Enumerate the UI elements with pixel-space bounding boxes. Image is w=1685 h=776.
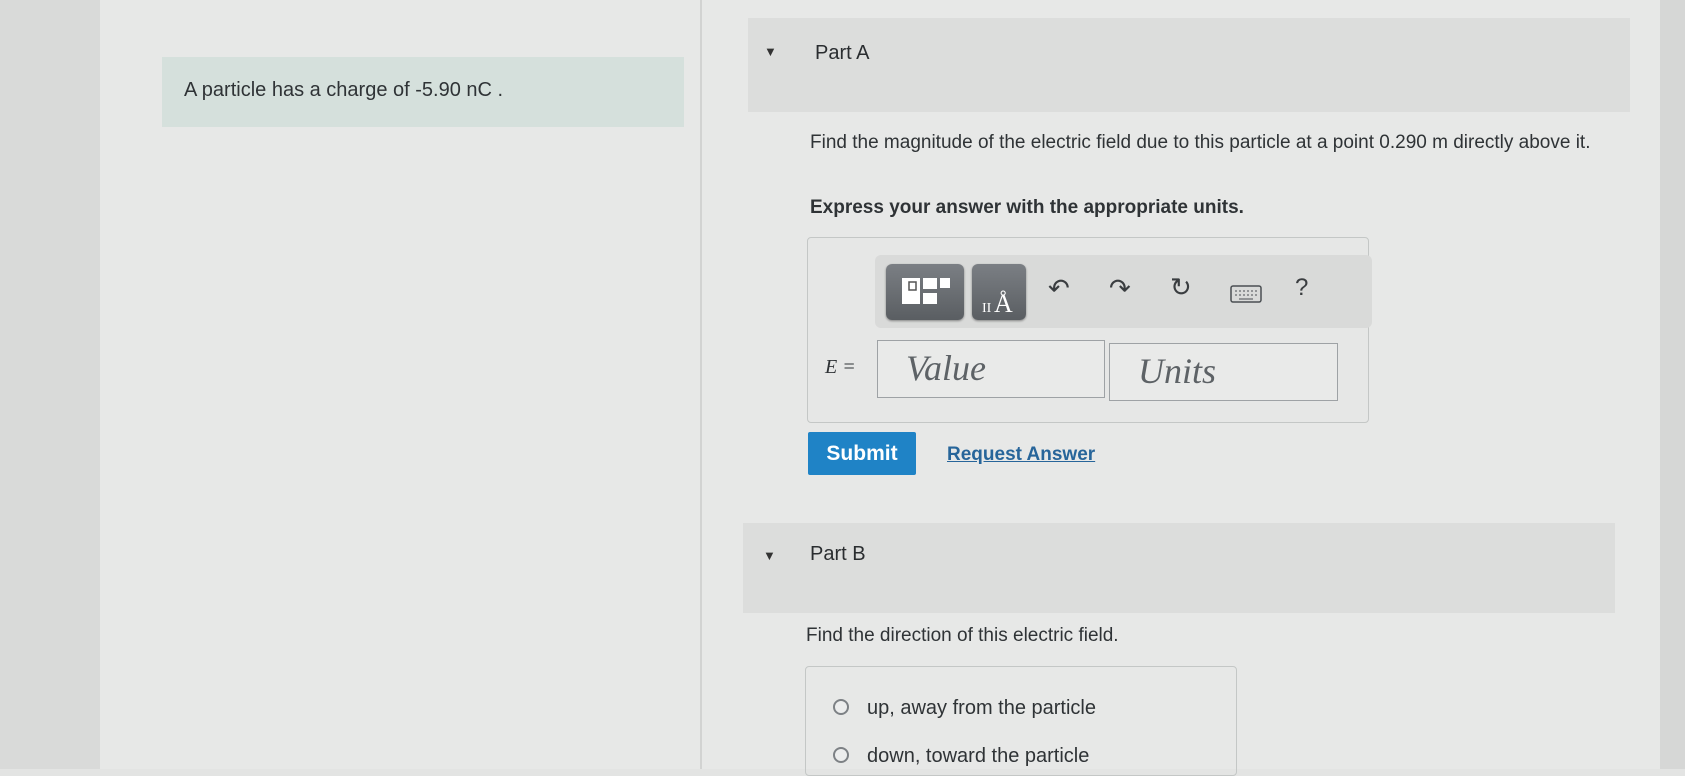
variable-label: E =	[825, 356, 856, 378]
redo-icon[interactable]: ↷	[1109, 273, 1131, 304]
left-margin	[0, 0, 100, 769]
column-divider	[700, 0, 702, 769]
part-a-title: Part A	[815, 42, 870, 64]
value-input[interactable]: Value	[877, 340, 1105, 398]
svg-text:Å: Å	[994, 289, 1013, 318]
part-b-title: Part B	[810, 543, 866, 565]
reset-icon[interactable]: ↻	[1170, 272, 1192, 303]
part-b-question: Find the direction of this electric fiel…	[806, 625, 1119, 646]
part-b-header[interactable]: ▼ Part B	[743, 523, 1615, 613]
undo-icon[interactable]: ↶	[1048, 273, 1070, 304]
units-icon: II Å	[982, 289, 1013, 318]
request-answer-link[interactable]: Request Answer	[947, 444, 1095, 466]
templates-button[interactable]	[886, 264, 964, 320]
part-a-question: Find the magnitude of the electric field…	[810, 132, 1591, 153]
part-a-header[interactable]: ▼ Part A	[748, 18, 1630, 112]
option-label[interactable]: down, toward the particle	[867, 745, 1089, 768]
right-margin	[1660, 0, 1685, 769]
radio-option-down[interactable]	[833, 747, 849, 763]
part-a-instruction: Express your answer with the appropriate…	[810, 197, 1244, 218]
units-button[interactable]: II Å	[972, 264, 1026, 320]
units-input[interactable]: Units	[1109, 343, 1338, 401]
help-icon[interactable]: ?	[1295, 274, 1308, 302]
radio-option-up[interactable]	[833, 699, 849, 715]
option-label[interactable]: up, away from the particle	[867, 697, 1096, 720]
submit-button[interactable]: Submit	[808, 432, 916, 475]
keyboard-icon[interactable]	[1230, 285, 1262, 303]
collapse-caret-icon[interactable]: ▼	[763, 548, 776, 563]
problem-statement-box: A particle has a charge of -5.90 nC .	[162, 57, 684, 127]
math-toolbar: II Å ↶ ↷ ↻ ?	[875, 255, 1372, 328]
collapse-caret-icon[interactable]: ▼	[764, 44, 777, 59]
templates-icon	[902, 278, 950, 304]
svg-text:II: II	[982, 301, 992, 316]
problem-statement: A particle has a charge of -5.90 nC .	[184, 79, 504, 101]
